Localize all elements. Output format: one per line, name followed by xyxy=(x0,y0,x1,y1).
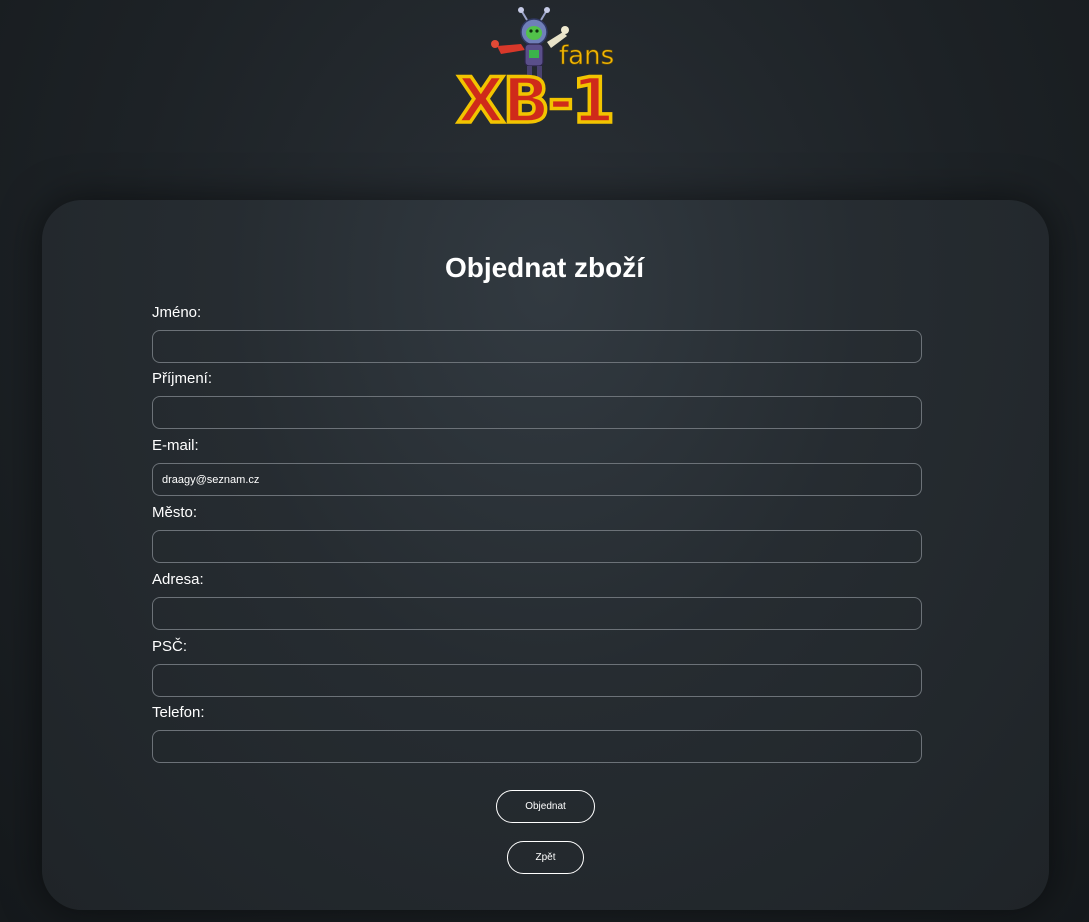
address-label: Adresa: xyxy=(152,571,204,588)
postal-code-input[interactable] xyxy=(152,664,922,697)
back-button[interactable]: Zpět xyxy=(507,841,584,874)
page-title: Objednat zboží xyxy=(444,252,645,283)
email-label: E-mail: xyxy=(152,437,199,454)
order-submit-button[interactable]: Objednat xyxy=(496,790,595,823)
email-input[interactable] xyxy=(152,463,922,496)
postal-code-label: PSČ: xyxy=(152,638,188,655)
city-label: Město: xyxy=(152,504,198,521)
last-name-label: Příjmení: xyxy=(152,370,213,387)
svg-text:XB-1: XB-1 xyxy=(457,64,613,128)
last-name-input[interactable] xyxy=(152,396,922,429)
xb1-fans-logo: fans XB-1 xyxy=(455,7,617,128)
phone-label: Telefon: xyxy=(152,704,205,721)
first-name-label: Jméno: xyxy=(152,304,202,321)
phone-input[interactable] xyxy=(152,730,922,763)
first-name-input[interactable] xyxy=(152,330,922,363)
city-input[interactable] xyxy=(152,530,922,563)
address-input[interactable] xyxy=(152,597,922,630)
